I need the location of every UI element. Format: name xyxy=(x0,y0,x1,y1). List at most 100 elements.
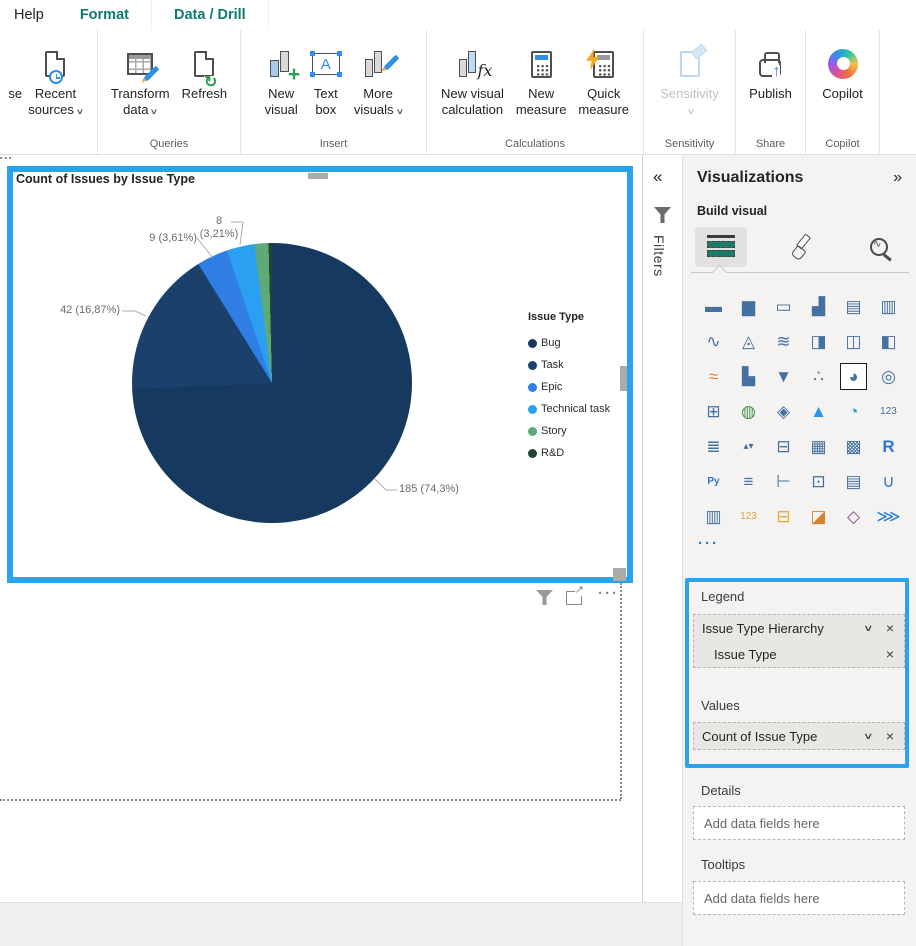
visual-type-treemap[interactable]: ⊞ xyxy=(700,398,727,425)
tab-format[interactable]: Format xyxy=(58,0,152,30)
visual-type-donut-chart[interactable]: ◎ xyxy=(875,363,902,390)
button-label: Quickmeasure xyxy=(578,86,629,118)
visual-type-smart-narrative[interactable]: ▤ xyxy=(840,468,867,495)
tab-data-drill[interactable]: Data / Drill xyxy=(152,0,269,30)
visual-type-waterfall-chart[interactable]: ▙ xyxy=(735,363,762,390)
visual-type-stacked-bar-chart[interactable]: ▬ xyxy=(700,293,727,320)
visual-type-stacked-area-chart[interactable]: ≋ xyxy=(770,328,797,355)
resize-handle-right[interactable] xyxy=(620,366,627,391)
collapse-pane-icon[interactable]: » xyxy=(893,169,902,187)
text-box-button[interactable]: ATextbox xyxy=(304,42,348,118)
cutoff-button[interactable]: se xyxy=(8,42,22,102)
canvas-bottom-strip xyxy=(0,902,682,946)
field-pill-count-of-issue-type[interactable]: Count of Issue Type ∨ × xyxy=(694,723,904,749)
pie[interactable] xyxy=(132,243,412,523)
more-options-icon[interactable]: ··· xyxy=(598,585,619,602)
quick-measure-button[interactable]: Quickmeasure xyxy=(572,42,635,118)
visual-type-map[interactable]: ◍ xyxy=(735,398,762,425)
visual-filter-icon[interactable] xyxy=(536,590,553,605)
visual-type-r-script-visual[interactable]: R xyxy=(875,433,902,460)
visual-type-matrix[interactable]: ▩ xyxy=(840,433,867,460)
visual-type-100-stacked-column-chart[interactable]: ▥ xyxy=(875,293,902,320)
refresh-button[interactable]: ↻Refresh xyxy=(176,42,234,102)
visual-type-gauge[interactable]: ◔ xyxy=(840,398,867,425)
visual-type-ribbon-chart[interactable]: ≈ xyxy=(700,363,727,390)
tooltips-field-well[interactable]: Add data fields here xyxy=(693,881,905,915)
more-visuals-button[interactable]: Morevisuals∨ xyxy=(348,42,409,120)
visual-type-line-and-clustered-column-chart[interactable]: ◧ xyxy=(875,328,902,355)
transform-data-button[interactable]: Transformdata∨ xyxy=(105,42,176,120)
visual-type-card[interactable]: 123 xyxy=(875,398,902,425)
visual-type-card-new[interactable]: 123 xyxy=(735,503,762,530)
tab-build-visual[interactable] xyxy=(695,227,747,267)
visual-type-azure-map[interactable]: ▲ xyxy=(805,398,832,425)
chevron-down-icon[interactable]: ∨ xyxy=(863,623,874,634)
visual-type-clustered-column-chart[interactable]: ▟ xyxy=(805,293,832,320)
visual-type-slicer[interactable]: ⊟ xyxy=(770,433,797,460)
legend-item-technical-task[interactable]: Technical task xyxy=(528,398,610,420)
sensitivity-button[interactable]: Sensitivity∨ xyxy=(654,42,725,120)
visual-type-kpi[interactable]: ▴▾ xyxy=(735,433,762,460)
visual-type-area-chart[interactable]: ◬ xyxy=(735,328,762,355)
visual-type-clustered-bar-chart[interactable]: ▭ xyxy=(770,293,797,320)
visual-type-q-and-a[interactable]: ⊡ xyxy=(805,468,832,495)
resize-handle-top[interactable] xyxy=(308,173,328,179)
copilot-button[interactable]: Copilot xyxy=(816,42,868,102)
filters-pane-collapsed[interactable]: « Filters xyxy=(644,155,682,902)
visual-type-power-apps[interactable]: ◇ xyxy=(840,503,867,530)
visual-type-100-stacked-area-chart[interactable]: ◨ xyxy=(805,328,832,355)
chart-legend: Issue Type BugTaskEpicTechnical taskStor… xyxy=(528,311,610,464)
legend-item-bug[interactable]: Bug xyxy=(528,332,610,354)
selected-visual-pie-chart[interactable]: Count of Issues by Issue Type 42 (16,87%… xyxy=(7,166,633,583)
visual-type-line-and-stacked-column-chart[interactable]: ◫ xyxy=(840,328,867,355)
chevron-down-icon[interactable]: ∨ xyxy=(863,731,874,742)
visual-type-funnel-chart[interactable]: ▼ xyxy=(770,363,797,390)
recent-sources-button[interactable]: Recentsources∨ xyxy=(22,42,88,120)
legend-item-epic[interactable]: Epic xyxy=(528,376,610,398)
values-field-well[interactable]: Count of Issue Type ∨ × xyxy=(693,722,905,750)
field-pill-issue-type[interactable]: Issue Type × xyxy=(694,641,904,667)
visual-type-arcgis-map[interactable]: ◪ xyxy=(805,503,832,530)
legend-item-task[interactable]: Task xyxy=(528,354,610,376)
publish-button[interactable]: ↑Publish xyxy=(743,42,798,102)
visual-type-table[interactable]: ▦ xyxy=(805,433,832,460)
tab-analytics[interactable] xyxy=(853,227,905,267)
tab-help[interactable]: Help xyxy=(0,0,58,30)
new-measure-button[interactable]: Newmeasure xyxy=(510,42,573,118)
visual-type-decomposition-tree[interactable]: ⊢ xyxy=(770,468,797,495)
legend-item-story[interactable]: Story xyxy=(528,420,610,442)
visual-type-paginated-report[interactable]: ▥ xyxy=(700,503,727,530)
visual-type-pie-chart[interactable]: ◕ xyxy=(840,363,867,390)
values-well-label: Values xyxy=(701,698,740,713)
remove-field-icon[interactable]: × xyxy=(884,646,896,662)
new-visual-button[interactable]: +Newvisual xyxy=(259,42,304,118)
details-field-well[interactable]: Add data fields here xyxy=(693,806,905,840)
visual-type-multi-row-card[interactable]: ≣ xyxy=(700,433,727,460)
visual-type-parameter-slicer[interactable]: ≡ xyxy=(735,468,762,495)
focus-mode-icon[interactable] xyxy=(566,591,582,605)
visual-type-slicer-new[interactable]: ⊟ xyxy=(770,503,797,530)
remove-field-icon[interactable]: × xyxy=(884,728,896,744)
field-pill-issue-type-hierarchy[interactable]: Issue Type Hierarchy ∨ × xyxy=(694,615,904,641)
visual-type-stacked-column-chart[interactable]: ▆ xyxy=(735,293,762,320)
visual-type-scatter-chart[interactable]: ∴ xyxy=(805,363,832,390)
pie-chart-area[interactable]: Count of Issues by Issue Type 42 (16,87%… xyxy=(13,172,627,577)
ribbon-group-label: Insert xyxy=(241,138,426,150)
visual-type-power-automate[interactable]: ⋙ xyxy=(875,503,902,530)
legend-item-r-d[interactable]: R&D xyxy=(528,442,610,464)
visual-type-python-visual[interactable]: Py xyxy=(700,468,727,495)
remove-field-icon[interactable]: × xyxy=(884,620,896,636)
report-canvas[interactable]: Count of Issues by Issue Type 42 (16,87%… xyxy=(0,155,643,902)
button-label: Sensitivity∨ xyxy=(660,86,719,120)
resize-handle-corner[interactable] xyxy=(613,568,626,581)
new-visual-calculation-button[interactable]: fxNew visualcalculation xyxy=(435,42,510,118)
tab-format-visual[interactable] xyxy=(774,227,826,267)
expand-filters-icon[interactable]: « xyxy=(653,167,662,187)
get-more-visuals-ellipsis[interactable]: ··· xyxy=(698,535,719,552)
visual-type-100-stacked-bar-chart[interactable]: ▤ xyxy=(840,293,867,320)
filters-pane-label[interactable]: Filters xyxy=(651,235,667,277)
visual-type-metrics[interactable]: ∪ xyxy=(875,468,902,495)
legend-field-well[interactable]: Issue Type Hierarchy ∨ × Issue Type × xyxy=(693,614,905,668)
visual-type-line-chart[interactable]: ∿ xyxy=(700,328,727,355)
visual-type-filled-map[interactable]: ◈ xyxy=(770,398,797,425)
